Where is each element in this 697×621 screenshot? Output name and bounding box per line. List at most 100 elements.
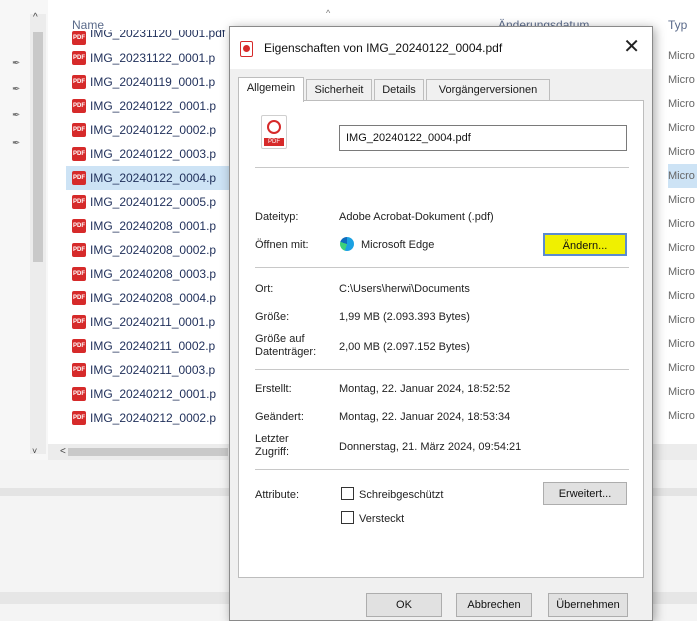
- file-name: IMG_20240122_0004.p: [90, 171, 217, 185]
- pdf-file-icon: PDF: [72, 99, 86, 113]
- filetype-value: Adobe Acrobat-Dokument (.pdf): [339, 211, 494, 223]
- tab-security[interactable]: Sicherheit: [306, 79, 372, 101]
- dialog-title: Eigenschaften von IMG_20240122_0004.pdf: [264, 41, 503, 55]
- file-type-cell: Micro: [668, 74, 695, 86]
- divider: [255, 369, 629, 370]
- type-column: Micro Micro Micro Micro Micro Micro Micro Micro…: [668, 44, 697, 428]
- scroll-up-arrow-icon[interactable]: ^: [33, 12, 38, 23]
- list-item[interactable]: PDF IMG_20240211_0003.p: [66, 358, 246, 382]
- list-item[interactable]: PDF IMG_20240212_0002.p: [66, 406, 246, 430]
- disksize-value: 2,00 MB (2.097.152 Bytes): [339, 341, 470, 353]
- change-button[interactable]: Ändern...: [543, 233, 627, 256]
- file-type-cell: Micro: [668, 266, 695, 278]
- navigation-pane: ✒ ✒ ✒ ✒ ^ ˅: [0, 0, 48, 460]
- file-type-cell: Micro: [668, 386, 695, 398]
- hidden-label[interactable]: Versteckt: [359, 513, 404, 525]
- file-name: IMG_20240212_0002.p: [90, 411, 217, 425]
- edge-browser-icon: [340, 237, 354, 251]
- scrollbar-thumb[interactable]: [33, 32, 43, 262]
- close-icon[interactable]: ✕: [623, 36, 640, 58]
- pdf-file-icon: PDF: [72, 123, 86, 137]
- disksize-label-line1: Größe auf: [255, 333, 305, 345]
- modified-label: Geändert:: [255, 411, 304, 423]
- tab-previous-versions[interactable]: Vorgängerversionen: [426, 79, 550, 101]
- file-name: IMG_20240211_0001.p: [90, 315, 216, 329]
- list-item[interactable]: PDF IMG_20240122_0001.p: [66, 94, 246, 118]
- location-label: Ort:: [255, 283, 274, 295]
- apply-button[interactable]: Übernehmen: [548, 593, 628, 617]
- file-type-cell: Micro: [668, 218, 695, 230]
- list-item[interactable]: PDF IMG_20240211_0001.p: [66, 310, 246, 334]
- file-name: IMG_20240122_0005.p: [90, 195, 217, 209]
- tab-general[interactable]: Allgemein: [238, 77, 304, 102]
- file-name: IMG_20240119_0001.p: [90, 75, 216, 89]
- file-type-cell: Micro: [668, 290, 695, 302]
- divider: [255, 267, 629, 268]
- file-type-cell: Micro: [668, 164, 697, 188]
- list-item[interactable]: PDF IMG_20240208_0001.p: [66, 214, 246, 238]
- created-value: Montag, 22. Januar 2024, 18:52:52: [339, 383, 511, 395]
- pdf-file-icon: PDF: [72, 363, 86, 377]
- list-item[interactable]: PDF IMG_20240208_0003.p: [66, 262, 246, 286]
- pdf-file-icon: PDF: [72, 147, 86, 161]
- list-item[interactable]: PDF IMG_20231120_0001.pdf: [66, 30, 246, 46]
- list-item[interactable]: PDF IMG_20240208_0004.p: [66, 286, 246, 310]
- tab-details[interactable]: Details: [374, 79, 424, 101]
- file-name: IMG_20240211_0002.p: [90, 339, 216, 353]
- list-item[interactable]: PDF IMG_20240122_0002.p: [66, 118, 246, 142]
- pdf-badge: PDF: [264, 138, 284, 146]
- pdf-file-icon: PDF: [72, 315, 86, 329]
- disksize-label-line2: Datenträger:: [255, 346, 317, 358]
- filetype-label: Dateityp:: [255, 211, 299, 223]
- file-name: IMG_20240208_0001.p: [90, 219, 217, 233]
- readonly-checkbox[interactable]: [341, 487, 354, 500]
- accessed-label-line2: Zugriff:: [255, 446, 290, 458]
- list-item[interactable]: PDF IMG_20240119_0001.p: [66, 70, 246, 94]
- sort-ascending-icon: ^: [326, 8, 331, 18]
- list-item[interactable]: PDF IMG_20240122_0004.p: [66, 166, 251, 190]
- pin-icon[interactable]: ✒: [12, 138, 20, 149]
- list-item[interactable]: PDF IMG_20240122_0003.p: [66, 142, 246, 166]
- readonly-label[interactable]: Schreibgeschützt: [359, 489, 443, 501]
- pin-icon[interactable]: ✒: [12, 84, 20, 95]
- file-name: IMG_20240122_0001.p: [90, 99, 217, 113]
- scrollbar-thumb[interactable]: [68, 448, 228, 456]
- list-item[interactable]: PDF IMG_20240122_0005.p: [66, 190, 246, 214]
- general-tab-panel: PDF Dateityp: Adobe Acrobat-Dokument (.p…: [238, 100, 644, 578]
- list-item[interactable]: PDF IMG_20231122_0001.p: [66, 46, 246, 70]
- pin-icon[interactable]: ✒: [12, 58, 20, 69]
- file-type-cell: Micro: [668, 146, 695, 158]
- list-item[interactable]: PDF IMG_20240208_0002.p: [66, 238, 246, 262]
- file-name: IMG_20240122_0003.p: [90, 147, 217, 161]
- file-rows: PDF IMG_20231120_0001.pdf PDF IMG_2023112…: [66, 30, 251, 430]
- file-name: IMG_20240208_0002.p: [90, 243, 217, 257]
- filename-input[interactable]: [339, 125, 627, 151]
- list-item[interactable]: PDF IMG_20240212_0001.p: [66, 382, 246, 406]
- ok-button[interactable]: OK: [366, 593, 442, 617]
- created-label: Erstellt:: [255, 383, 292, 395]
- file-name: IMG_20231120_0001.pdf: [90, 30, 226, 40]
- dialog-titlebar[interactable]: Eigenschaften von IMG_20240122_0004.pdf …: [230, 27, 652, 69]
- file-name: IMG_20240208_0004.p: [90, 291, 217, 305]
- file-name: IMG_20240208_0003.p: [90, 267, 217, 281]
- file-name: IMG_20240212_0001.p: [90, 387, 217, 401]
- advanced-button[interactable]: Erweitert...: [543, 482, 627, 505]
- pdf-file-icon: PDF: [72, 291, 86, 305]
- pdf-file-icon: PDF: [72, 243, 86, 257]
- cancel-button[interactable]: Abbrechen: [456, 593, 532, 617]
- pdf-file-icon: PDF: [72, 195, 86, 209]
- openwith-label: Öffnen mit:: [255, 239, 309, 251]
- pin-icon[interactable]: ✒: [12, 110, 20, 121]
- vertical-scrollbar[interactable]: [30, 14, 46, 454]
- file-type-cell: Micro: [668, 122, 695, 134]
- scroll-left-arrow-icon[interactable]: <: [60, 446, 66, 457]
- scroll-down-arrow-icon[interactable]: ˅: [32, 446, 37, 456]
- location-value: C:\Users\herwi\Documents: [339, 283, 470, 295]
- column-header-type[interactable]: Typ: [668, 18, 687, 32]
- pdf-file-icon: [240, 41, 253, 57]
- hidden-checkbox[interactable]: [341, 511, 354, 524]
- pdf-file-icon: PDF: [72, 339, 86, 353]
- disksize-label: Größe auf Datenträger:: [255, 333, 316, 359]
- divider: [255, 167, 629, 168]
- list-item[interactable]: PDF IMG_20240211_0002.p: [66, 334, 246, 358]
